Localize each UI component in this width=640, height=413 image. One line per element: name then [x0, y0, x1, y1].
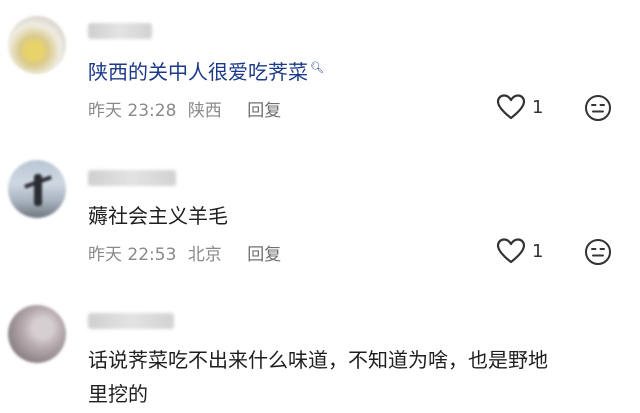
timestamp: 昨天 22:53: [88, 245, 177, 265]
avatar[interactable]: [8, 16, 66, 74]
username-blurred[interactable]: [88, 170, 176, 186]
reply-button[interactable]: 回复: [247, 101, 281, 121]
search-icon[interactable]: 🔍︎: [310, 61, 324, 74]
heart-outline-icon: [496, 94, 526, 120]
heart-outline-icon: [496, 238, 526, 264]
username-blurred[interactable]: [88, 313, 174, 329]
like-count: 1: [532, 240, 544, 262]
comment-text-content: 陕西的关中人很爱吃荠菜: [88, 60, 308, 84]
comment-meta: 昨天 22:53 北京 回复: [88, 240, 287, 265]
comment-text: 薅社会主义羊毛: [88, 204, 228, 228]
avatar[interactable]: [8, 160, 66, 218]
comment-text: 陕西的关中人很爱吃荠菜 🔍︎: [88, 57, 324, 91]
smiley-face-icon[interactable]: [584, 238, 612, 266]
location: 陕西: [187, 101, 222, 121]
avatar[interactable]: [8, 305, 66, 363]
like-button[interactable]: 1: [496, 237, 543, 265]
comment-meta: 昨天 23:28 陕西 回复: [88, 96, 287, 121]
reply-button[interactable]: 回复: [247, 245, 281, 265]
location: 北京: [187, 245, 222, 265]
comment-text-line-2: 里挖的: [88, 382, 148, 406]
timestamp: 昨天 23:28: [88, 101, 177, 121]
comment-text-line-1: 话说荠菜吃不出来什么味道，不知道为啥，也是野地: [88, 348, 548, 372]
smiley-face-icon[interactable]: [584, 94, 612, 122]
username-blurred[interactable]: [88, 23, 152, 39]
like-button[interactable]: 1: [496, 93, 543, 121]
like-count: 1: [532, 96, 544, 118]
